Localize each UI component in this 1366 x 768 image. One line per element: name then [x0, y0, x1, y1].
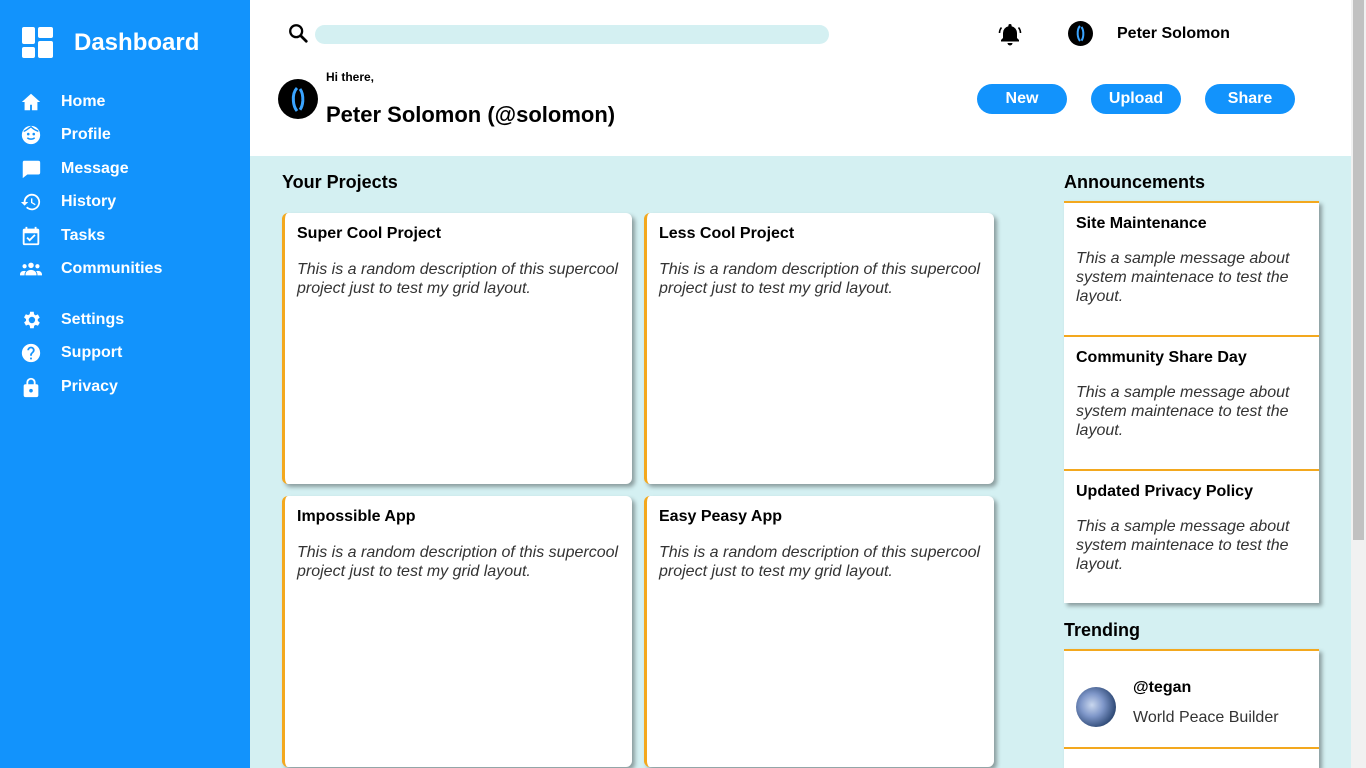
bell-icon[interactable] — [998, 21, 1022, 47]
message-icon — [19, 157, 42, 180]
scrollbar[interactable] — [1351, 0, 1366, 768]
share-button[interactable]: Share — [1205, 84, 1295, 114]
announcement-title: Community Share Day — [1076, 349, 1247, 366]
new-button[interactable]: New — [977, 84, 1067, 114]
user-name[interactable]: Peter Solomon — [1117, 25, 1230, 43]
help-icon — [19, 342, 42, 365]
scrollbar-thumb[interactable] — [1353, 0, 1364, 540]
sidebar-nav: Home Profile Message History Tasks Commu… — [19, 85, 239, 404]
lock-icon — [19, 375, 42, 398]
search-input[interactable] — [315, 25, 829, 44]
announcements-title: Announcements — [1064, 172, 1206, 192]
sidebar-item-label: Tasks — [61, 226, 106, 244]
profile-avatar — [278, 79, 318, 119]
project-title: Super Cool Project — [297, 225, 442, 242]
brand-title: Dashboard — [74, 29, 200, 56]
sidebar-item-history[interactable]: History — [19, 186, 239, 220]
project-description: This is a random description of this sup… — [297, 261, 619, 297]
sidebar-item-label: Communities — [61, 260, 163, 278]
sidebar-item-profile[interactable]: Profile — [19, 119, 239, 153]
sidebar-item-label: History — [61, 193, 117, 211]
brand[interactable]: Dashboard — [22, 27, 199, 58]
project-title: Easy Peasy App — [659, 508, 783, 525]
dashboard-icon — [22, 27, 53, 58]
announcement-item[interactable]: Updated Privacy Policy This a sample mes… — [1064, 469, 1319, 603]
gear-icon — [19, 308, 42, 331]
sidebar-item-support[interactable]: Support — [19, 337, 239, 371]
sidebar-item-communities[interactable]: Communities — [19, 253, 239, 287]
sidebar-item-settings[interactable]: Settings — [19, 303, 239, 337]
communities-icon — [19, 258, 42, 281]
greeting: Hi there, — [326, 70, 375, 84]
history-icon — [19, 191, 42, 214]
sidebar-item-label: Home — [61, 92, 106, 110]
announcement-item[interactable]: Site Maintenance This a sample message a… — [1064, 201, 1319, 335]
sidebar-item-label: Settings — [61, 310, 125, 328]
announcement-body: This a sample message about system maint… — [1076, 518, 1290, 573]
projects-title: Your Projects — [282, 172, 398, 192]
project-description: This is a random description of this sup… — [659, 261, 981, 297]
project-title: Impossible App — [297, 508, 416, 525]
sidebar-item-message[interactable]: Message — [19, 152, 239, 186]
search-icon[interactable] — [287, 22, 309, 44]
sidebar-item-label: Privacy — [61, 377, 118, 395]
announcement-title: Updated Privacy Policy — [1076, 483, 1253, 500]
announcements-panel: Site Maintenance This a sample message a… — [1064, 201, 1319, 603]
sidebar: Dashboard Home Profile Message History T… — [0, 0, 250, 768]
sidebar-item-label: Profile — [61, 126, 111, 144]
trending-handle: @tegan — [1133, 679, 1192, 696]
sidebar-item-label: Support — [61, 344, 123, 362]
avatar — [1076, 687, 1116, 727]
trending-title: Trending — [1064, 620, 1140, 640]
project-description: This is a random description of this sup… — [659, 544, 981, 580]
announcement-body: This a sample message about system maint… — [1076, 250, 1290, 305]
project-card[interactable]: Impossible App This is a random descript… — [282, 496, 632, 767]
project-card[interactable]: Less Cool Project This is a random descr… — [644, 213, 994, 484]
project-title: Less Cool Project — [659, 225, 795, 242]
tasks-icon — [19, 224, 42, 247]
announcement-title: Site Maintenance — [1076, 215, 1207, 232]
avatar[interactable] — [1068, 21, 1093, 46]
sidebar-item-home[interactable]: Home — [19, 85, 239, 119]
trending-panel: @tegan World Peace Builder — [1064, 649, 1319, 768]
project-card[interactable]: Easy Peasy App This is a random descript… — [644, 496, 994, 767]
announcement-body: This a sample message about system maint… — [1076, 384, 1290, 439]
home-icon — [19, 90, 42, 113]
trending-role: World Peace Builder — [1133, 709, 1279, 726]
profile-icon — [19, 124, 42, 147]
project-description: This is a random description of this sup… — [297, 544, 619, 580]
sidebar-item-label: Message — [61, 159, 129, 177]
trending-item[interactable]: @tegan World Peace Builder — [1064, 649, 1319, 749]
upload-button[interactable]: Upload — [1091, 84, 1181, 114]
announcement-item[interactable]: Community Share Day This a sample messag… — [1064, 335, 1319, 469]
nav-divider — [19, 286, 239, 303]
header: Peter Solomon Hi there, Peter Solomon (@… — [250, 0, 1351, 156]
project-card[interactable]: Super Cool Project This is a random desc… — [282, 213, 632, 484]
page-title: Peter Solomon (@solomon) — [326, 102, 616, 127]
sidebar-item-privacy[interactable]: Privacy — [19, 370, 239, 404]
sidebar-item-tasks[interactable]: Tasks — [19, 219, 239, 253]
